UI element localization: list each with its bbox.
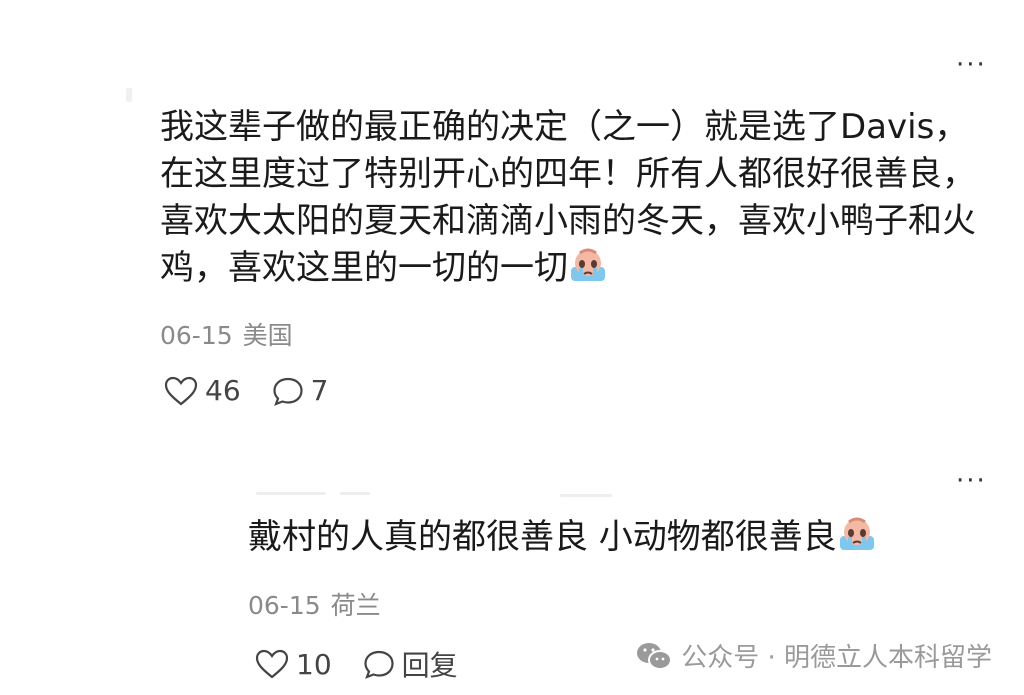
like-button[interactable]: 46	[163, 374, 241, 407]
reply-body: 戴村的人真的都很善良 小动物都很善良	[248, 514, 877, 561]
reply-actions: 10 回复	[254, 644, 488, 684]
like-count: 10	[296, 647, 332, 681]
comment-line-last: 鸡，喜欢这里的一切的一切	[160, 245, 976, 292]
heart-icon	[164, 376, 198, 405]
like-button[interactable]: 10	[254, 648, 332, 681]
reply-count: 7	[310, 374, 329, 407]
more-options-button[interactable]: ···	[956, 468, 987, 494]
comment-line: 鸡，喜欢这里的一切的一切	[160, 248, 568, 288]
comment-line: 戴村的人真的都很善良 小动物都很善良	[248, 517, 837, 557]
divider	[560, 494, 612, 497]
wechat-icon	[637, 642, 673, 670]
reply-location: 荷兰	[330, 591, 381, 620]
like-count: 46	[205, 374, 241, 407]
divider	[256, 492, 326, 495]
heart-icon	[255, 649, 289, 679]
comment-actions: 46 7	[163, 374, 358, 407]
comment-location: 美国	[242, 321, 293, 350]
comment-line: 喜欢大太阳的夏天和滴滴小雨的冬天，喜欢小鸭子和火	[160, 201, 976, 241]
reply-count-button[interactable]: 7	[271, 374, 329, 407]
crying-face-emoji-icon	[839, 517, 874, 550]
comment-line: 在这里度过了特别开心的四年！所有人都很好很善良，	[160, 154, 976, 194]
comment-meta: 06-15 美国	[160, 316, 303, 352]
reply-label: 回复	[401, 649, 458, 682]
comment-body: 我这辈子做的最正确的决定（之一）就是选了Davis， 在这里度过了特别开心的四年…	[160, 104, 976, 292]
comment-line: 我这辈子做的最正确的决定（之一）就是选了Davis，	[160, 107, 969, 147]
speech-bubble-icon	[364, 650, 394, 679]
comment-date: 06-15	[160, 321, 233, 350]
reply-date: 06-15	[248, 591, 321, 620]
crying-face-emoji-icon	[571, 248, 605, 281]
reply-button[interactable]: 回复	[362, 644, 458, 684]
divider	[126, 88, 132, 102]
more-options-button[interactable]: ···	[956, 52, 987, 78]
watermark: 公众号 · 明德立人本科留学	[635, 637, 992, 674]
divider	[340, 492, 370, 495]
speech-bubble-icon	[273, 377, 303, 406]
reply-meta: 06-15 荷兰	[248, 586, 391, 622]
watermark-text: 公众号 · 明德立人本科留学	[681, 643, 992, 673]
